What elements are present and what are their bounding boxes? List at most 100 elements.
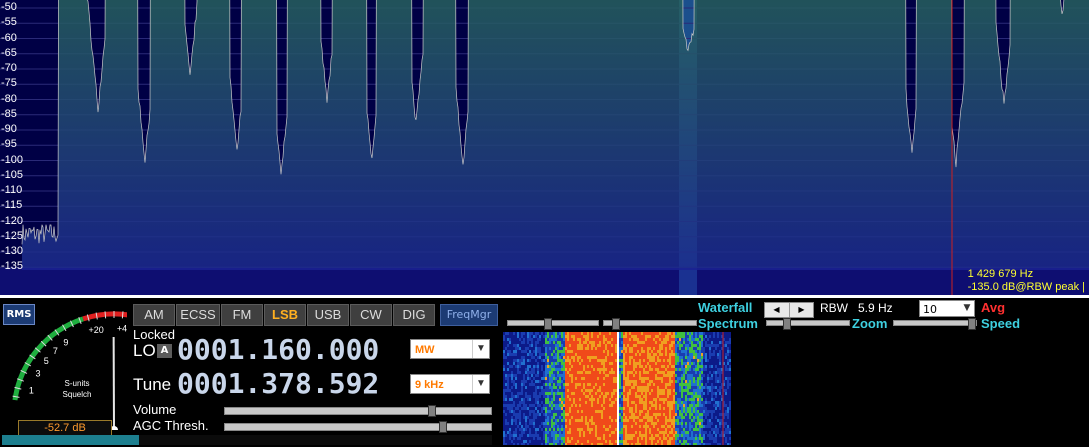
spectrum-slider[interactable] <box>766 318 850 330</box>
waterfall-cell <box>637 389 639 392</box>
waterfall-cell <box>633 416 635 419</box>
waterfall-cell <box>647 425 649 428</box>
agc-threshold-slider-thumb[interactable] <box>439 421 448 433</box>
waterfall-cell <box>645 392 647 395</box>
slider-thumb[interactable] <box>612 318 620 330</box>
waterfall-cell <box>537 437 539 440</box>
waterfall-cell <box>545 416 547 419</box>
waterfall-cell <box>667 443 669 445</box>
waterfall-cell <box>519 386 521 389</box>
waterfall-cell <box>695 332 697 335</box>
tune-frequency[interactable]: 0001.378.592 <box>177 369 379 399</box>
waterfall-cell <box>593 371 595 374</box>
waterfall-cell <box>679 338 681 341</box>
waterfall-cell <box>531 350 533 353</box>
waterfall-cell <box>513 359 515 362</box>
chevron-down-icon[interactable]: ▼ <box>472 340 489 358</box>
waterfall-cell <box>593 404 595 407</box>
waterfall-cell <box>581 425 583 428</box>
waterfall-cell <box>599 407 601 410</box>
waterfall-cell <box>719 422 721 425</box>
chevron-down-icon[interactable]: ▼ <box>472 375 489 393</box>
arrow-left-icon[interactable]: ◀ <box>765 303 788 317</box>
mode-button-cw[interactable]: CW <box>350 304 392 326</box>
waterfall-cell <box>681 437 683 440</box>
chevron-down-icon[interactable]: ▼ <box>960 301 974 316</box>
waterfall-cell <box>569 422 571 425</box>
waterfall-cell <box>655 347 657 350</box>
slider-thumb[interactable] <box>968 318 976 330</box>
waterfall-cell <box>635 428 637 431</box>
mode-button-lsb[interactable]: LSB <box>264 304 306 326</box>
waterfall-cell <box>603 377 605 380</box>
waterfall-cell <box>607 404 609 407</box>
lo-frequency[interactable]: 0001.160.000 <box>177 335 379 365</box>
waterfall-cell <box>527 434 529 437</box>
waterfall-cell <box>557 362 559 365</box>
waterfall-stepper[interactable]: ◀ ▶ <box>764 302 814 318</box>
waterfall-cell <box>509 380 511 383</box>
waterfall-cell <box>683 407 685 410</box>
spectrum-display[interactable]: -50 -55 -60 -65 -70 -75 -80 -85 -90 -95 -100 -105 -1… <box>0 0 1089 295</box>
mode-button-fm[interactable]: FM <box>221 304 263 326</box>
step-select[interactable]: 9 kHz ▼ <box>410 374 490 394</box>
waterfall-cell <box>579 377 581 380</box>
waterfall-cell <box>519 335 521 338</box>
mode-button-am[interactable]: AM <box>133 304 175 326</box>
waterfall-cell <box>527 338 529 341</box>
waterfall-cell <box>595 380 597 383</box>
waterfall-cell <box>679 368 681 371</box>
waterfall-cell <box>603 359 605 362</box>
mode-button-usb[interactable]: USB <box>307 304 349 326</box>
waterfall-cell <box>715 344 717 347</box>
mode-button-dig[interactable]: DIG <box>393 304 435 326</box>
waterfall-cell <box>649 386 651 389</box>
agc-threshold-slider[interactable] <box>224 421 492 433</box>
slider-thumb[interactable] <box>783 318 791 330</box>
freqmgr-button[interactable]: FreqMgr <box>440 304 498 326</box>
waterfall-cell <box>573 344 575 347</box>
volume-slider-thumb[interactable] <box>428 405 437 417</box>
waterfall-contrast-slider[interactable] <box>507 318 599 330</box>
waterfall-cell <box>571 383 573 386</box>
waterfall-cell <box>593 368 595 371</box>
waterfall-cell <box>691 371 693 374</box>
waterfall-display[interactable] <box>503 332 731 445</box>
waterfall-cell <box>631 386 633 389</box>
mode-button-ecss[interactable]: ECSS <box>176 304 220 326</box>
waterfall-cell <box>561 362 563 365</box>
waterfall-cell <box>509 338 511 341</box>
volume-slider[interactable] <box>224 405 492 417</box>
band-select[interactable]: MW ▼ <box>410 339 490 359</box>
waterfall-cell <box>651 386 653 389</box>
waterfall-cell <box>619 371 621 374</box>
slider-thumb[interactable] <box>544 318 552 330</box>
rms-button[interactable]: RMS <box>3 304 35 325</box>
arrow-right-icon[interactable]: ▶ <box>789 303 813 317</box>
waterfall-cell <box>615 398 617 401</box>
waterfall-cell <box>519 338 521 341</box>
waterfall-brightness-slider[interactable] <box>603 318 697 330</box>
waterfall-cell <box>605 386 607 389</box>
waterfall-cell <box>509 425 511 428</box>
waterfall-cell <box>523 332 525 335</box>
zoom-slider[interactable] <box>893 318 977 330</box>
waterfall-cell <box>621 410 623 413</box>
average-select[interactable]: 10 ▼ <box>919 300 975 317</box>
waterfall-cell <box>625 434 627 437</box>
waterfall-cell <box>725 335 727 338</box>
waterfall-cell <box>627 413 629 416</box>
lo-a-button[interactable]: A <box>157 344 172 358</box>
waterfall-cell <box>703 431 705 434</box>
waterfall-cell <box>581 380 583 383</box>
waterfall-cell <box>553 356 555 359</box>
waterfall-cell <box>525 365 527 368</box>
waterfall-cell <box>689 356 691 359</box>
waterfall-cell <box>695 437 697 440</box>
waterfall-cell <box>653 389 655 392</box>
spectrum-plot[interactable] <box>0 0 1089 295</box>
waterfall-cell <box>547 377 549 380</box>
waterfall-cell <box>575 356 577 359</box>
waterfall-cell <box>713 347 715 350</box>
waterfall-cell <box>555 416 557 419</box>
